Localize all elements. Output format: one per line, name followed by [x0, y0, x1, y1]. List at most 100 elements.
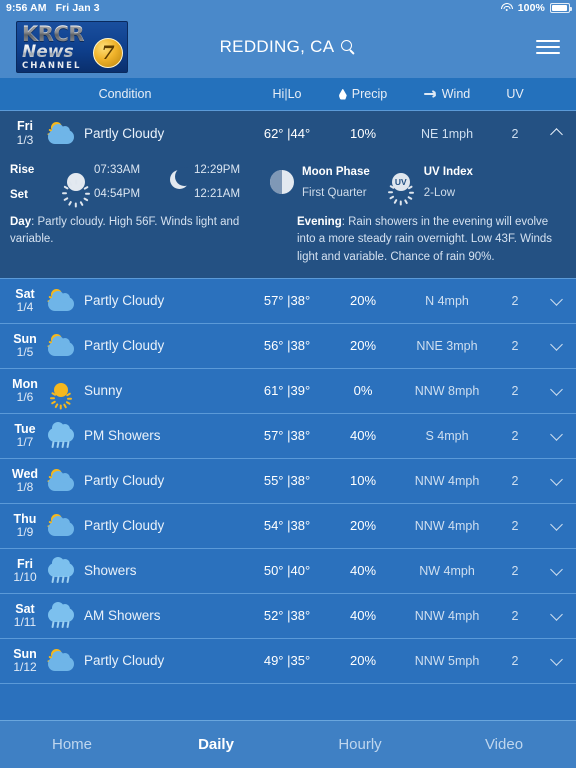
cloud-shape: [48, 290, 74, 311]
forecast-row[interactable]: Thu 1/9 Partly Cloudy 54° |38° 20% NNW 4mph 2: [0, 503, 576, 549]
uv-index-icon: UV: [384, 165, 418, 206]
row-hilo: 54° |38°: [263, 518, 311, 534]
row-precip: 10%: [349, 473, 377, 489]
row-condition-label: Partly Cloudy: [84, 126, 165, 141]
forecast-row[interactable]: Sun 1/12 Partly Cloudy 49° |35° 20% NNW 5mph 2: [0, 638, 576, 684]
row-day-of-week: Wed: [11, 466, 39, 481]
row-expand-toggle[interactable]: [538, 653, 576, 668]
cloud-shape: [48, 650, 74, 671]
row-date: Tue 1/7: [0, 422, 42, 450]
row-expand-toggle[interactable]: [538, 338, 576, 353]
sun-icon: [58, 164, 94, 208]
row-condition: Showers: [42, 556, 250, 584]
forecast-row[interactable]: Sat 1/11 AM Showers 52° |38° 40% NNW 4mph 2: [0, 593, 576, 639]
row-date: Thu 1/9: [0, 512, 42, 540]
column-header-uv: UV: [492, 87, 538, 101]
rain-showers-icon: [46, 601, 78, 629]
row-date: Sun 1/5: [0, 332, 42, 360]
row-date-number: 1/5: [16, 345, 34, 360]
row-date-number: 1/4: [16, 300, 34, 315]
chevron-down-icon: [551, 383, 563, 395]
forecast-row[interactable]: Fri 1/3 Partly Cloudy 62° |44° 10% NE 1mph 2: [0, 111, 576, 156]
sun-disc: [54, 382, 68, 397]
row-expand-toggle[interactable]: [538, 563, 576, 578]
partly-cloudy-icon: [46, 121, 78, 147]
water-drop-icon: [338, 88, 347, 100]
row-expand-toggle[interactable]: [538, 608, 576, 623]
wind-arrow-icon: [423, 89, 437, 98]
forecast-row[interactable]: Tue 1/7 PM Showers 57° |38° 40% S 4mph 2: [0, 413, 576, 459]
sunset-time: 04:54PM: [94, 188, 141, 200]
row-day-of-week: Sat: [15, 286, 35, 301]
status-time: 9:56 AM: [6, 2, 47, 14]
forecast-row[interactable]: Wed 1/8 Partly Cloudy 55° |38° 10% NNW 4mph 2: [0, 458, 576, 504]
row-expand-toggle[interactable]: [538, 428, 576, 443]
row-condition-label: Showers: [84, 563, 137, 579]
row-condition: Partly Cloudy: [42, 288, 250, 314]
bottom-tab-bar: Home Daily Hourly Video: [0, 720, 576, 768]
chevron-down-icon: [551, 338, 563, 350]
row-date-number: 1/6: [16, 390, 34, 405]
row-uv: 2: [511, 428, 519, 443]
row-wind: NNE 3mph: [416, 338, 478, 353]
row-date: Fri 1/3: [0, 119, 42, 147]
tab-home[interactable]: Home: [0, 736, 144, 753]
row-wind: NNW 4mph: [414, 608, 480, 623]
forecast-row[interactable]: Sun 1/5 Partly Cloudy 56° |38° 20% NNE 3mph 2: [0, 323, 576, 369]
moon-times: 12:29PM 12:21AM: [194, 164, 266, 200]
moon-phase-text: Moon Phase First Quarter: [302, 166, 370, 199]
chevron-down-icon: [551, 653, 563, 665]
row-uv: 2: [511, 608, 519, 623]
tab-hourly[interactable]: Hourly: [288, 736, 432, 753]
cloud-shape: [48, 601, 74, 622]
row-condition: Partly Cloudy: [42, 513, 250, 539]
row-expand-toggle[interactable]: [538, 473, 576, 488]
tab-video[interactable]: Video: [432, 736, 576, 753]
partly-cloudy-icon: [46, 513, 78, 539]
row-uv: 2: [511, 126, 519, 141]
cloud-shape: [48, 335, 74, 356]
row-expand-toggle[interactable]: [538, 126, 576, 141]
row-condition-label: Partly Cloudy: [84, 518, 165, 534]
row-expand-toggle[interactable]: [538, 383, 576, 398]
row-wind: NNW 4mph: [414, 473, 480, 488]
column-header-hilo-label: Hi|Lo: [272, 87, 302, 101]
row-condition-label: Partly Cloudy: [84, 473, 165, 489]
search-icon[interactable]: [341, 39, 356, 55]
krcr-news-channel-7-logo[interactable]: KRCR News CHANNEL 7: [16, 21, 128, 73]
forecast-column-headers: Condition Hi|Lo Precip Wind UV: [0, 78, 576, 111]
row-condition-label: Partly Cloudy: [84, 338, 165, 354]
hamburger-menu-icon[interactable]: [536, 40, 560, 54]
row-date-number: 1/7: [16, 435, 34, 450]
row-wind: N 4mph: [425, 293, 469, 308]
status-bar-right: 100%: [500, 2, 572, 14]
rain-showers-icon: [46, 421, 78, 449]
row-uv: 2: [511, 338, 519, 353]
partly-cloudy-icon: [46, 333, 78, 359]
row-wind: NW 4mph: [419, 563, 475, 578]
chevron-down-icon: [551, 293, 563, 305]
hamburger-bar: [536, 46, 560, 48]
row-uv: 2: [511, 563, 519, 578]
forecast-descriptions: Day: Partly cloudy. High 56F. Winds ligh…: [0, 208, 576, 278]
row-condition-label: AM Showers: [84, 608, 161, 624]
row-precip: 40%: [349, 563, 377, 579]
row-expand-toggle[interactable]: [538, 518, 576, 533]
row-condition: AM Showers: [42, 601, 250, 629]
row-wind: NNW 5mph: [414, 653, 480, 668]
row-hilo: 57° |38°: [263, 293, 311, 309]
tab-daily[interactable]: Daily: [144, 736, 288, 753]
forecast-row[interactable]: Fri 1/10 Showers 50° |40° 40% NW 4mph 2: [0, 548, 576, 594]
row-date: Sat 1/4: [0, 287, 42, 315]
row-condition: Partly Cloudy: [42, 648, 250, 674]
forecast-row[interactable]: Sat 1/4 Partly Cloudy 57° |38° 20% N 4mph 2: [0, 278, 576, 324]
chevron-down-icon: [551, 473, 563, 485]
row-expand-toggle[interactable]: [538, 293, 576, 308]
evening-description-label: Evening: [297, 216, 342, 228]
forecast-row[interactable]: Mon 1/6 Sunny 61° |39° 0% NNW 8mph 2: [0, 368, 576, 414]
uv-index-group: UV UV Index 2-Low: [370, 165, 473, 206]
row-hilo: 61° |39°: [263, 383, 311, 399]
wifi-icon: [500, 3, 513, 13]
row-date: Wed 1/8: [0, 467, 42, 495]
set-label: Set: [10, 188, 28, 201]
